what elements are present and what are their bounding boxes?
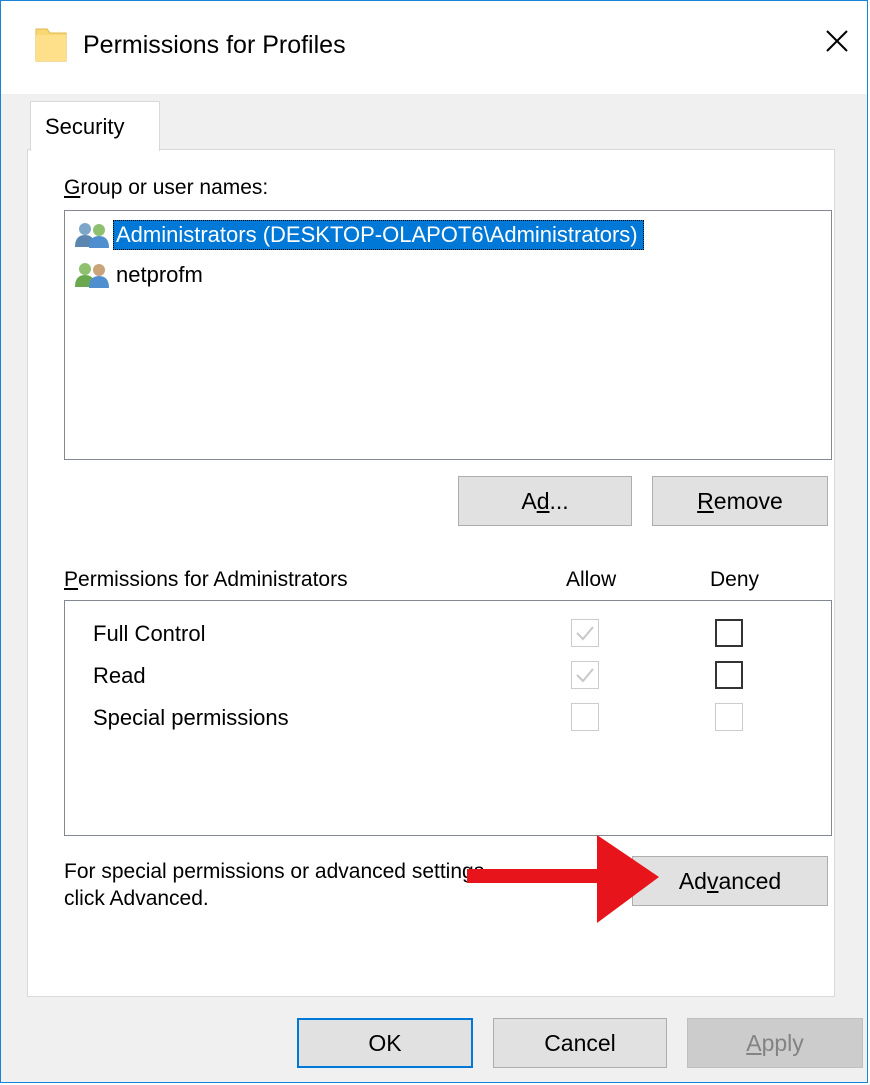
permission-row-read: Read [65, 657, 831, 697]
list-item-label: netprofm [116, 262, 203, 287]
advanced-hint-line-2: click Advanced. [64, 887, 209, 910]
allow-full-control-checkbox[interactable] [571, 619, 599, 647]
list-item-netprofm[interactable]: netprofm [73, 257, 209, 293]
deny-column-header: Deny [710, 568, 760, 591]
permission-row-special: Special permissions [65, 699, 831, 739]
allow-column-header: Allow [566, 568, 617, 591]
deny-read-checkbox[interactable] [715, 661, 743, 689]
users-group-icon [75, 223, 109, 248]
window-title: Permissions for Profiles [83, 31, 346, 59]
users-group-icon [75, 263, 109, 288]
title-bar[interactable]: Permissions for Profiles [1, 1, 867, 94]
permission-name: Special permissions [93, 705, 289, 730]
group-user-listbox[interactable]: Administrators (DESKTOP-OLAPOT6\Administ… [64, 210, 832, 460]
group-names-label: Group or user names: [64, 176, 269, 199]
checkmark-icon [576, 626, 594, 641]
permissions-for-label: Permissions for Administrators [64, 568, 348, 591]
close-button[interactable] [807, 11, 867, 71]
deny-full-control-checkbox[interactable] [715, 619, 743, 647]
cancel-button[interactable]: Cancel [493, 1018, 667, 1068]
apply-button[interactable]: Apply [687, 1018, 863, 1068]
allow-read-checkbox[interactable] [571, 661, 599, 689]
list-item-label: Administrators (DESKTOP-OLAPOT6\Administ… [113, 220, 644, 250]
tab-strip: Security [27, 101, 833, 151]
remove-button[interactable]: Remove [652, 476, 828, 526]
folder-icon [35, 28, 67, 62]
security-tab-panel: Group or user names: Administrators (DES… [27, 149, 835, 997]
advanced-hint-line-1: For special permissions or advanced sett… [64, 860, 491, 883]
ok-button[interactable]: OK [297, 1018, 473, 1068]
permission-name: Full Control [93, 621, 206, 646]
permissions-dialog: Permissions for Profiles Security Group … [0, 0, 868, 1083]
advanced-button[interactable]: Ad v anced [632, 856, 828, 906]
permissions-list[interactable]: Full Control Read Special permissions [64, 600, 832, 836]
advanced-hint-text: For special permissions or advanced sett… [64, 858, 490, 912]
permission-name: Read [93, 663, 146, 688]
permission-row-full-control: Full Control [65, 615, 831, 655]
deny-special-checkbox[interactable] [715, 703, 743, 731]
add-button[interactable]: Ad... [458, 476, 632, 526]
list-item-administrators[interactable]: Administrators (DESKTOP-OLAPOT6\Administ… [73, 217, 644, 253]
close-icon [826, 30, 848, 52]
tab-security[interactable]: Security [30, 101, 160, 151]
allow-special-checkbox[interactable] [571, 703, 599, 731]
checkmark-icon [576, 668, 594, 683]
